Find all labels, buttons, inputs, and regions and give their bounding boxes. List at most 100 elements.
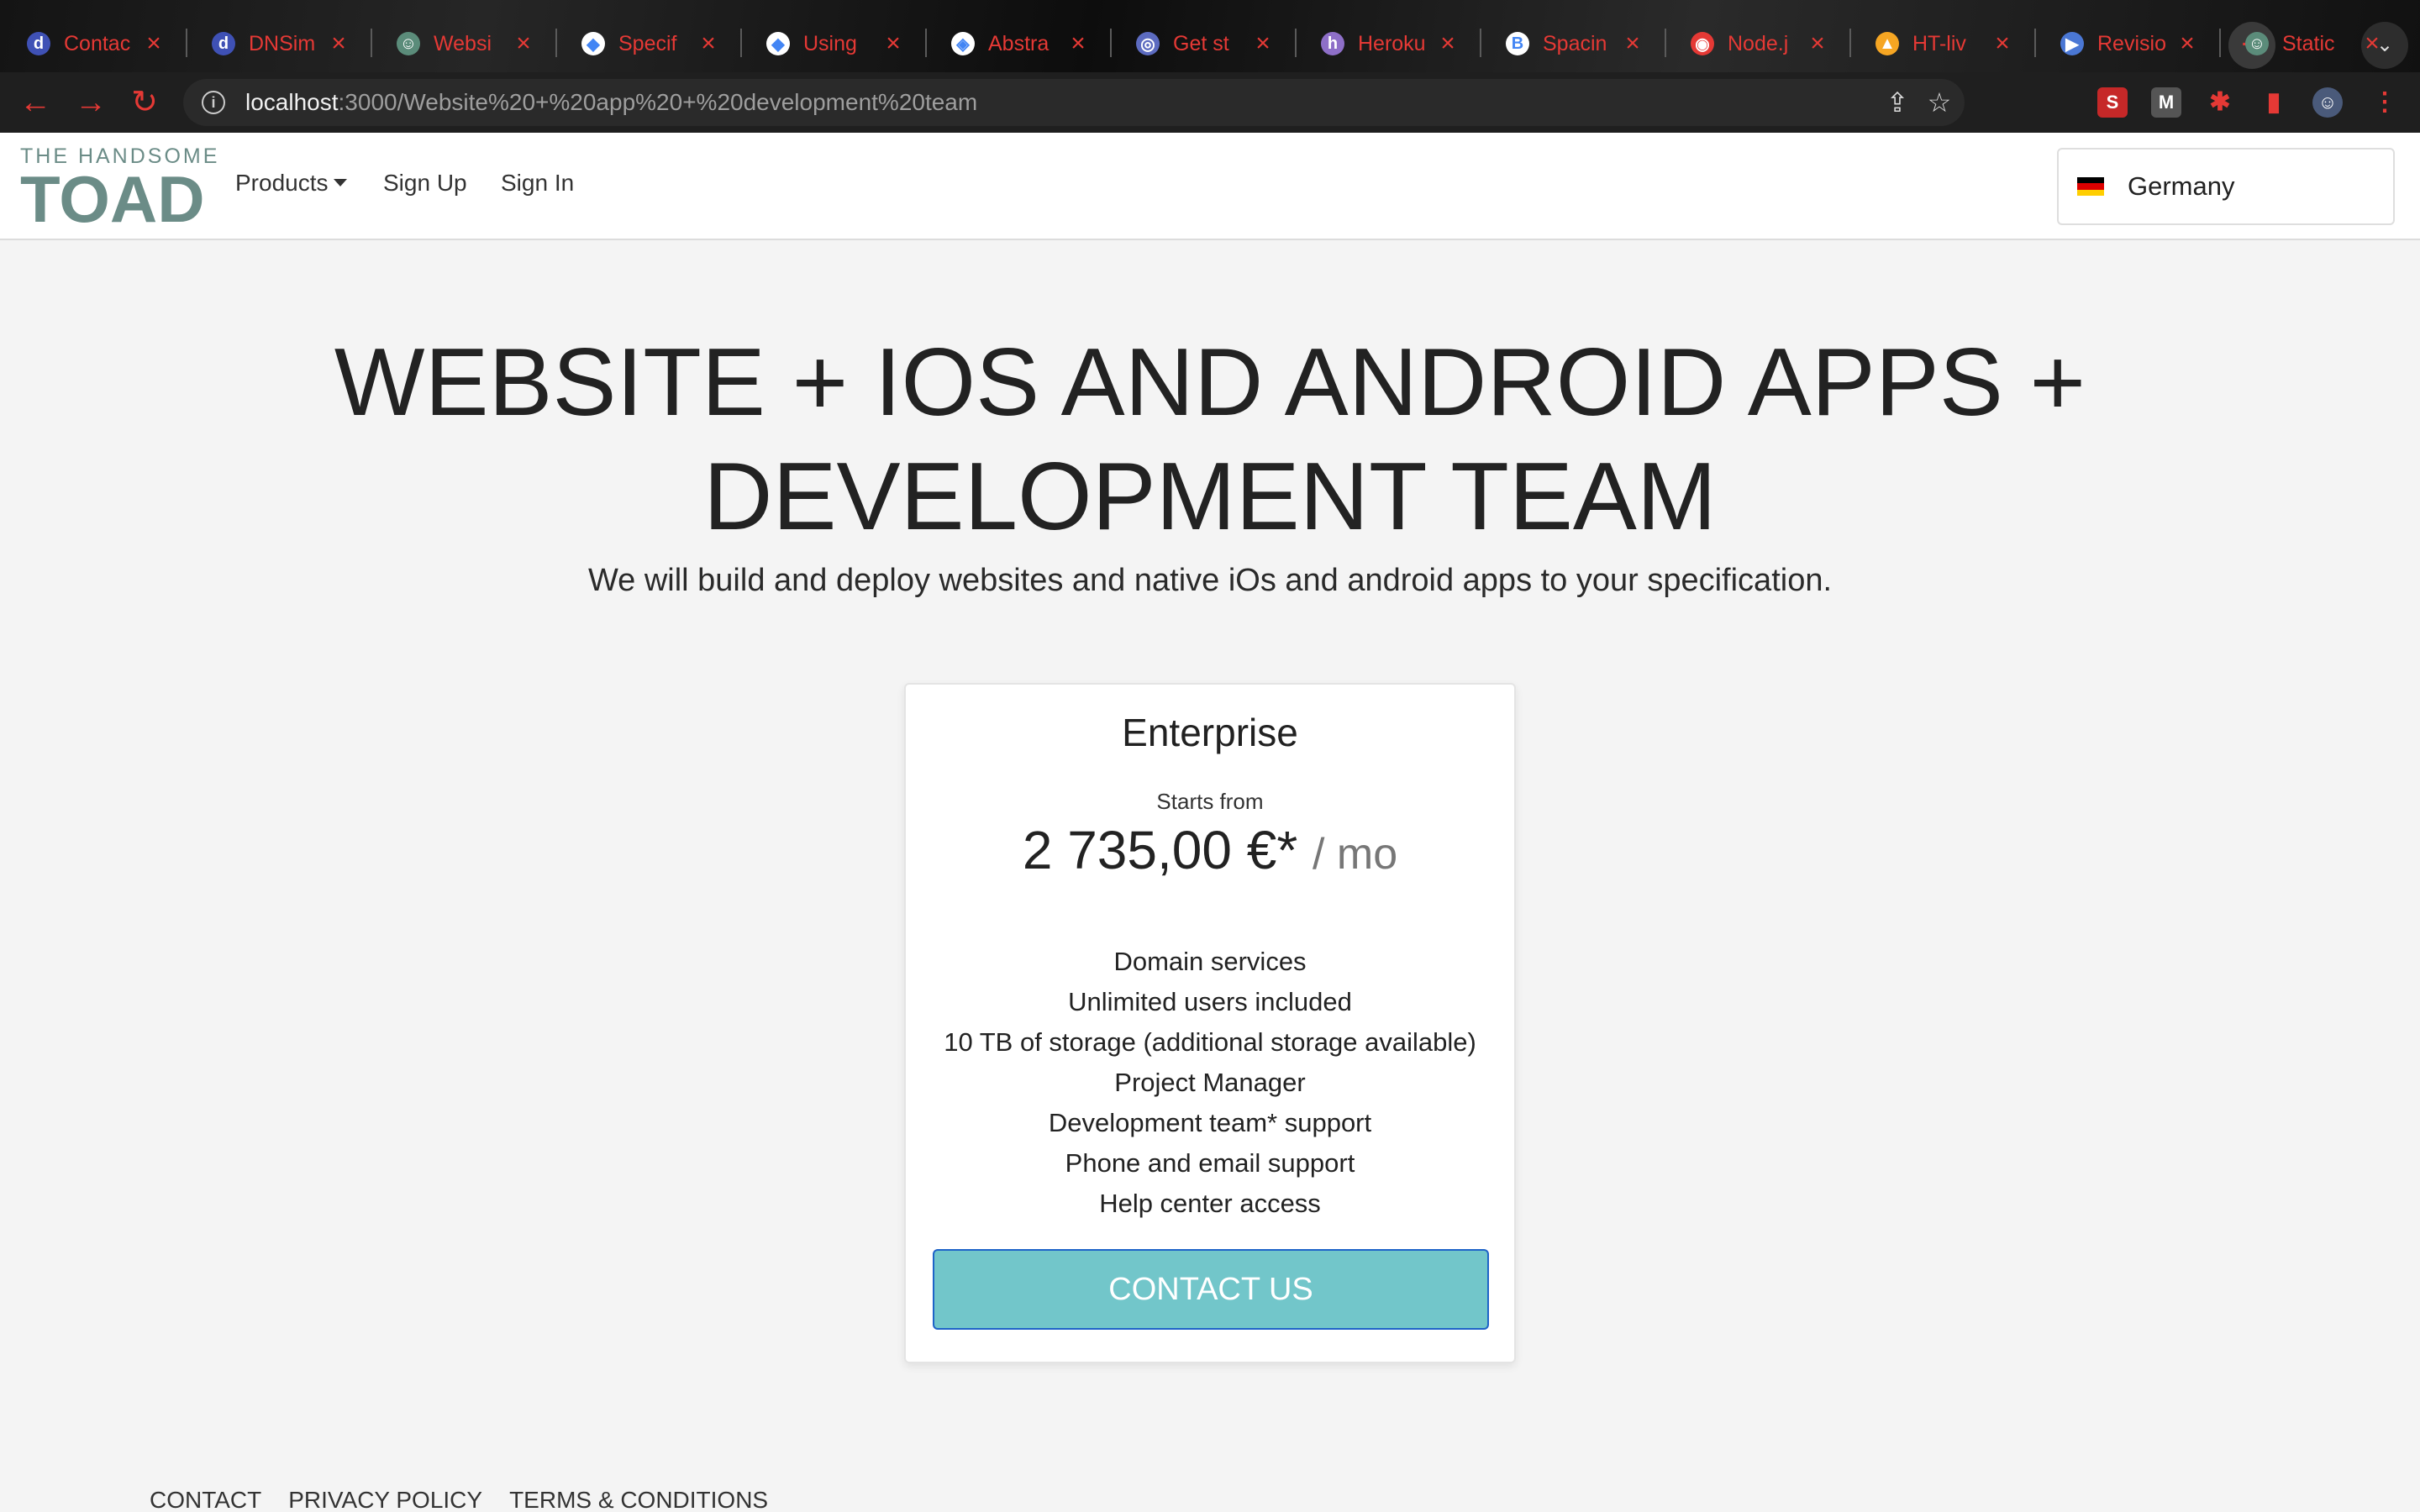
feature-item: Unlimited users included [1068,987,1352,1016]
tab-title: HT-liv [1912,31,1966,55]
tab-close-icon[interactable]: × [143,29,165,58]
tab-title: Abstra [988,31,1050,55]
dnsimple-d-icon: d [27,32,50,55]
tab-title: DNSim [249,31,316,55]
m-extension-icon[interactable]: M [2151,87,2181,118]
tab-title: Spacin [1543,31,1607,55]
dnsimple-d-icon: d [212,32,235,55]
tab-title: Contac [64,31,131,55]
tab-separator [371,29,372,57]
reload-icon[interactable]: ↻ [124,82,165,123]
browser-tab[interactable]: ☺ Websi × [378,18,548,69]
browser-tab[interactable]: ☺ Static × [2227,18,2396,69]
tab-title: Websi [434,31,492,55]
country-select[interactable]: Germany [2057,148,2395,225]
footer-privacy-link[interactable]: PRIVACY POLICY [288,1487,482,1512]
bootstrap-icon: B [1506,32,1529,55]
starts-from-label: Starts from [1156,789,1264,814]
feature-item: 10 TB of storage (additional storage ava… [944,1027,1476,1057]
tab-close-icon[interactable]: × [1807,29,1828,58]
pricing-card: Enterprise Starts from 2 735,00 €* / mo … [904,683,1516,1363]
germany-flag-icon [2077,177,2104,196]
sign-in-link[interactable]: Sign In [501,170,574,197]
tab-separator [186,29,187,57]
forward-arrow-icon[interactable]: → [71,82,111,123]
menu-kebab-icon[interactable]: ⋮ [2370,87,2400,118]
browser-tab[interactable]: ▶ Revisio × [2042,18,2212,69]
browser-tab[interactable]: ◆ Specif × [563,18,733,69]
browser-tab[interactable]: ▲ HT-liv × [1857,18,2027,69]
firebase-icon: ▲ [1876,32,1899,55]
feature-item: Project Manager [1114,1068,1306,1097]
seo-extension-icon[interactable]: S [2097,87,2128,118]
tab-title: Node.j [1728,31,1789,55]
tab-close-icon[interactable]: × [1991,29,2013,58]
browser-tab[interactable]: ◉ Node.j × [1672,18,1842,69]
tab-close-icon[interactable]: × [2361,29,2383,58]
heroku-icon: h [1321,32,1344,55]
url-text: localhost:3000/Website%20+%20app%20+%20d… [245,89,978,115]
page-title: WEBSITE + IOS AND ANDROID APPS + DEVELOP… [334,329,2086,550]
tab-close-icon[interactable]: × [1067,29,1089,58]
tab-title: Revisio [2097,31,2166,55]
globe-icon: ◉ [1691,32,1714,55]
site-logo[interactable]: THE HANDSOME TOAD [20,144,230,237]
tab-separator [1849,29,1851,57]
side-panel-icon[interactable]: ▮ [2259,87,2289,118]
tab-close-icon[interactable]: × [2176,29,2198,58]
browser-tab[interactable]: ◎ Get st × [1118,18,1287,69]
browser-tab[interactable]: ◆ Using × [748,18,918,69]
bookmark-star-icon[interactable]: ☆ [1924,87,1954,118]
price-amount: 2 735,00 €* [1022,820,1298,880]
browser-tab[interactable]: ◈ Abstra × [933,18,1102,69]
footer-contact-link[interactable]: CONTACT [150,1487,261,1512]
products-label: Products [235,170,329,196]
tab-close-icon[interactable]: × [513,29,534,58]
tab-separator [1110,29,1112,57]
feature-list: Domain services Unlimited users included… [906,942,1514,1224]
site-info-icon[interactable]: i [202,91,225,114]
tab-separator [925,29,927,57]
browser-tab[interactable]: h Heroku × [1302,18,1472,69]
toad-icon: ☺ [2245,32,2269,55]
browser-tab[interactable]: B Spacin × [1487,18,1657,69]
feature-item: Domain services [1113,947,1307,976]
tab-close-icon[interactable]: × [882,29,904,58]
extensions-puzzle-icon[interactable]: ✱ [2205,87,2235,118]
contact-us-button[interactable]: CONTACT US [933,1249,1489,1330]
web-page: THE HANDSOME TOAD Products Sign Up Sign … [0,133,2420,1512]
tab-separator [1295,29,1297,57]
toad-logo-icon: TOAD [20,165,205,232]
address-bar[interactable]: i localhost:3000/Website%20+%20app%20+%2… [183,79,1965,126]
price-period: / mo [1313,830,1398,879]
toad-icon: ☺ [397,32,420,55]
share-icon[interactable]: ⇪ [1882,87,1912,118]
feature-item: Development team* support [1048,1108,1372,1137]
products-dropdown[interactable]: Products [235,170,347,197]
footer-terms-link[interactable]: TERMS & CONDITIONS [509,1487,768,1512]
browser-tab[interactable]: d DNSim × [193,18,363,69]
tab-close-icon[interactable]: × [328,29,350,58]
profile-avatar-icon[interactable]: ☺ [2312,87,2343,118]
sign-up-link[interactable]: Sign Up [383,170,467,197]
tab-title: Static [2282,31,2335,55]
tab-separator [555,29,557,57]
tab-close-icon[interactable]: × [1437,29,1459,58]
target-icon: ◎ [1136,32,1160,55]
tab-title: Heroku [1358,31,1426,55]
back-arrow-icon[interactable]: ← [15,82,55,123]
feature-item: Phone and email support [1065,1148,1355,1178]
tab-separator [1665,29,1666,57]
logo-wordmark: TOAD [20,165,205,232]
tab-title: Specif [618,31,677,55]
tab-close-icon[interactable]: × [697,29,719,58]
tab-close-icon[interactable]: × [1252,29,1274,58]
diagram-icon: ◈ [951,32,975,55]
page-subtitle: We will build and deploy websites and na… [587,563,1833,598]
tab-close-icon[interactable]: × [1622,29,1644,58]
google-cloud-icon: ◆ [581,32,605,55]
tab-separator [2219,29,2221,57]
browser-tab[interactable]: d Contac × [8,18,178,69]
tab-separator [740,29,742,57]
plan-price: 2 735,00 €* / mo [906,819,1514,881]
